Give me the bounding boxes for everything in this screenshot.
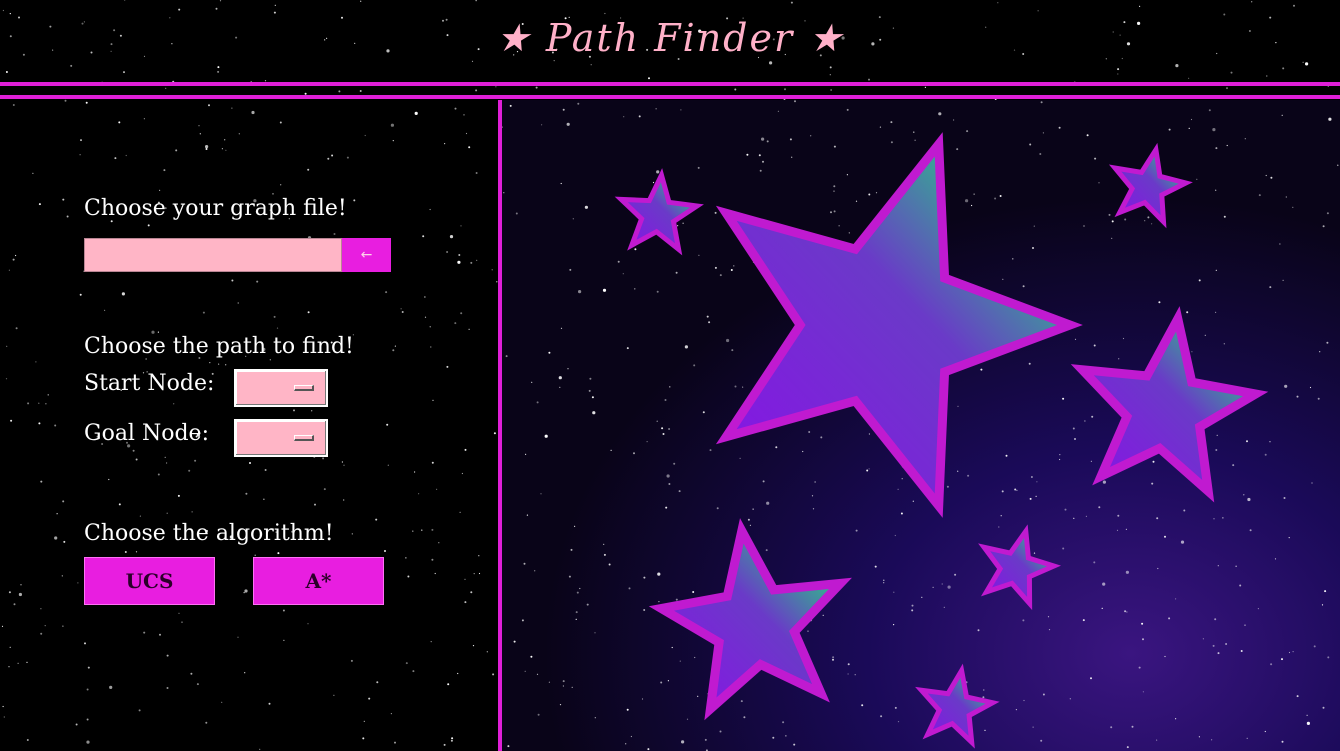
astar-button[interactable]: A* [253, 557, 384, 605]
header-divider-bottom [0, 95, 1340, 99]
header-divider-top [0, 82, 1340, 86]
path-finder-window: ★ Path Finder ★ Choose your graph file! … [0, 0, 1340, 751]
goal-node-select[interactable] [234, 419, 328, 457]
algorithm-section-label: Choose the algorithm! [84, 521, 334, 546]
start-node-label: Start Node: [84, 371, 215, 396]
header-bar: ★ Path Finder ★ [0, 0, 1340, 82]
file-section-label: Choose your graph file! [84, 196, 347, 221]
arrow-left-icon: ← [360, 247, 373, 263]
dropdown-indicator-icon [294, 385, 314, 391]
sidebar-divider [498, 100, 502, 751]
app-title: ★ Path Finder ★ [495, 16, 845, 60]
browse-file-button[interactable]: ← [342, 238, 391, 272]
path-section-label: Choose the path to find! [84, 334, 354, 359]
dropdown-indicator-icon [294, 435, 314, 441]
goal-node-label: Goal Node: [84, 421, 209, 446]
start-node-select[interactable] [234, 369, 328, 407]
graph-file-input[interactable] [84, 238, 342, 272]
ucs-button[interactable]: UCS [84, 557, 215, 605]
